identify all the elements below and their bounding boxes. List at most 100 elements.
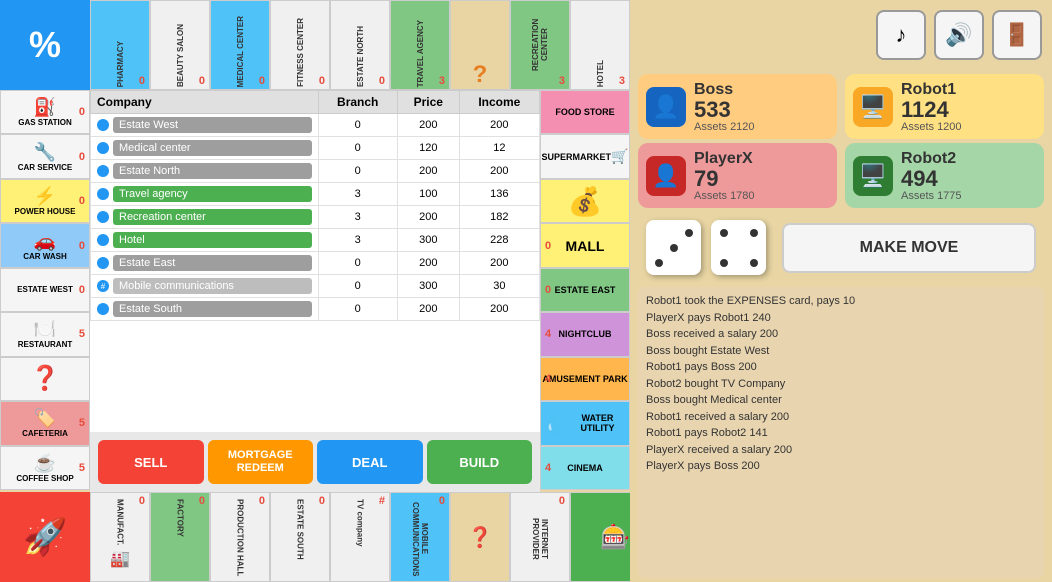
robot1-card: 🖥️ Robot1 1124 Assets 1200 — [845, 74, 1044, 139]
fitness-num: 0 — [319, 75, 325, 87]
property-table: Company Branch Price Income Estate West … — [90, 90, 540, 321]
row-branch: 3 — [318, 206, 397, 229]
log-line-5: Robot2 bought TV Company — [646, 376, 1036, 393]
dot-icon — [97, 234, 109, 246]
robot2-name: Robot2 — [901, 150, 1036, 168]
carwash-icon: 🚗 — [34, 231, 56, 252]
bottom-cell-mobile: 0 MOBILE COMMUNICATIONS — [390, 492, 450, 582]
dot-icon — [97, 211, 109, 223]
manufact-label: MANUFACT. — [114, 497, 127, 547]
left-cell-carservice: 🔧 CAR SERVICE 0 — [0, 134, 90, 178]
rs-supermarket: SUPERMARKET 🛒 — [540, 134, 630, 178]
make-move-button[interactable]: MAKE MOVE — [782, 223, 1036, 273]
bottom-cells: 0 MANUFACT. 🏭 0 FACTORY 0 PRODUCTION HAL… — [90, 492, 660, 582]
top-cell-q1: ? — [450, 0, 510, 90]
prop-name: Estate East — [113, 255, 312, 271]
player-row-top: 👤 Boss 533 Assets 2120 🖥️ Robot1 1124 As… — [638, 74, 1044, 139]
production-num: 0 — [259, 495, 265, 507]
robot1-icon: 🖥️ — [853, 87, 893, 127]
robot1-name: Robot1 — [901, 81, 1036, 99]
log-line-2: Boss received a salary 200 — [646, 326, 1036, 343]
nightclub-label: NIGHTCLUB — [559, 329, 612, 339]
power-num: 0 — [79, 195, 85, 207]
die-2 — [711, 220, 766, 275]
dot-icon — [97, 188, 109, 200]
robot2-balance: 494 — [901, 168, 1036, 190]
sell-button[interactable]: SELL — [98, 440, 204, 484]
col-income: Income — [459, 91, 539, 114]
top-cell-hotel: HOTEL 3 — [570, 0, 630, 90]
table-row[interactable]: Medical center 0 120 12 — [91, 137, 540, 160]
playerx-assets: Assets 1780 — [694, 190, 829, 202]
table-row[interactable]: # Mobile communications 0 300 30 — [91, 275, 540, 298]
table-row[interactable]: Hotel 3 300 228 — [91, 229, 540, 252]
bottom-cell-manufact: 0 MANUFACT. 🏭 — [90, 492, 150, 582]
bottom-cell-estatesouth: 0 ESTATE SOUTH — [270, 492, 330, 582]
estateeast-num: 0 — [545, 284, 551, 296]
music-button[interactable]: ♪ — [876, 10, 926, 60]
table-row[interactable]: Estate West 0 200 200 — [91, 114, 540, 137]
travel-label: TRAVEL AGENCY — [414, 18, 427, 89]
foodstore-label: FOOD STORE — [555, 107, 614, 117]
q2-icon: ❓ — [30, 364, 60, 393]
row-name: Estate East — [91, 252, 319, 275]
mobile-num: 0 — [439, 495, 445, 507]
row-price: 200 — [397, 298, 459, 321]
estatenorth-label: ESTATE NORTH — [354, 24, 367, 89]
log-line-1: PlayerX pays Robot1 240 — [646, 310, 1036, 327]
percent-icon: % — [29, 24, 61, 66]
beauty-label: BEAUTY SALON — [174, 22, 187, 89]
log-area: Robot1 took the EXPENSES card, pays 10 P… — [638, 287, 1044, 578]
row-branch: 3 — [318, 183, 397, 206]
left-cell-coffeeshop: ☕ COFFEE SHOP 5 — [0, 446, 90, 490]
row-price: 100 — [397, 183, 459, 206]
row-price: 200 — [397, 206, 459, 229]
rs-amusement: 4 AMUSEMENT PARK — [540, 357, 630, 401]
row-price: 200 — [397, 114, 459, 137]
log-line-7: Robot1 received a salary 200 — [646, 409, 1036, 426]
777-icon: 🎰 — [600, 523, 630, 552]
water-icon: 💧 — [541, 411, 566, 436]
table-row[interactable]: Estate North 0 200 200 — [91, 160, 540, 183]
row-name: Recreation center — [91, 206, 319, 229]
pharmacy-label: PHARMACY — [114, 39, 127, 89]
left-cell-powerhouse: ⚡ POWER HOUSE 0 — [0, 179, 90, 223]
left-cell-restaurant: 🍽️ RESTAURANT 5 — [0, 312, 90, 356]
boss-assets: Assets 2120 — [694, 121, 829, 133]
restaurant-icon: 🍽️ — [34, 319, 56, 340]
bottom-strip: 🚀 0 MANUFACT. 🏭 0 FACTORY 0 PRODUCTION H… — [0, 492, 630, 582]
row-branch: 0 — [318, 298, 397, 321]
row-income: 200 — [459, 114, 539, 137]
row-price: 200 — [397, 252, 459, 275]
log-line-0: Robot1 took the EXPENSES card, pays 10 — [646, 293, 1036, 310]
deal-button[interactable]: DEAL — [317, 440, 423, 484]
row-income: 30 — [459, 275, 539, 298]
restaurant-label: RESTAURANT — [18, 340, 73, 349]
dot-icon — [97, 303, 109, 315]
rocket-icon: 🚀 — [23, 516, 68, 558]
amusement-label: AMUSEMENT PARK — [542, 374, 627, 384]
player-row-bottom: 👤 PlayerX 79 Assets 1780 🖥️ Robot2 494 A… — [638, 143, 1044, 208]
build-button[interactable]: BUILD — [427, 440, 533, 484]
medical-num: 0 — [259, 75, 265, 87]
table-row[interactable]: Recreation center 3 200 182 — [91, 206, 540, 229]
mortgage-button[interactable]: MORTGAGEREDEEM — [208, 440, 314, 484]
table-row[interactable]: Travel agency 3 100 136 — [91, 183, 540, 206]
q3-icon: ❓ — [468, 525, 493, 550]
factory-label: FACTORY — [174, 497, 187, 539]
row-name: Estate North — [91, 160, 319, 183]
table-row[interactable]: Estate East 0 200 200 — [91, 252, 540, 275]
robot2-card: 🖥️ Robot2 494 Assets 1775 — [845, 143, 1044, 208]
col-company: Company — [91, 91, 319, 114]
volume-button[interactable]: 🔊 — [934, 10, 984, 60]
fitness-label: FITNESS CENTER — [294, 16, 307, 89]
table-row[interactable]: Estate South 0 200 200 — [91, 298, 540, 321]
tv-label: TV company — [354, 497, 367, 549]
row-branch: 3 — [318, 229, 397, 252]
dot-hash-icon: # — [97, 280, 109, 292]
exit-button[interactable]: 🚪 — [992, 10, 1042, 60]
boss-card: 👤 Boss 533 Assets 2120 — [638, 74, 837, 139]
row-income: 200 — [459, 298, 539, 321]
playerx-card: 👤 PlayerX 79 Assets 1780 — [638, 143, 837, 208]
left-strip: ⛽ GAS STATION 0 🔧 CAR SERVICE 0 ⚡ POWER … — [0, 90, 90, 490]
